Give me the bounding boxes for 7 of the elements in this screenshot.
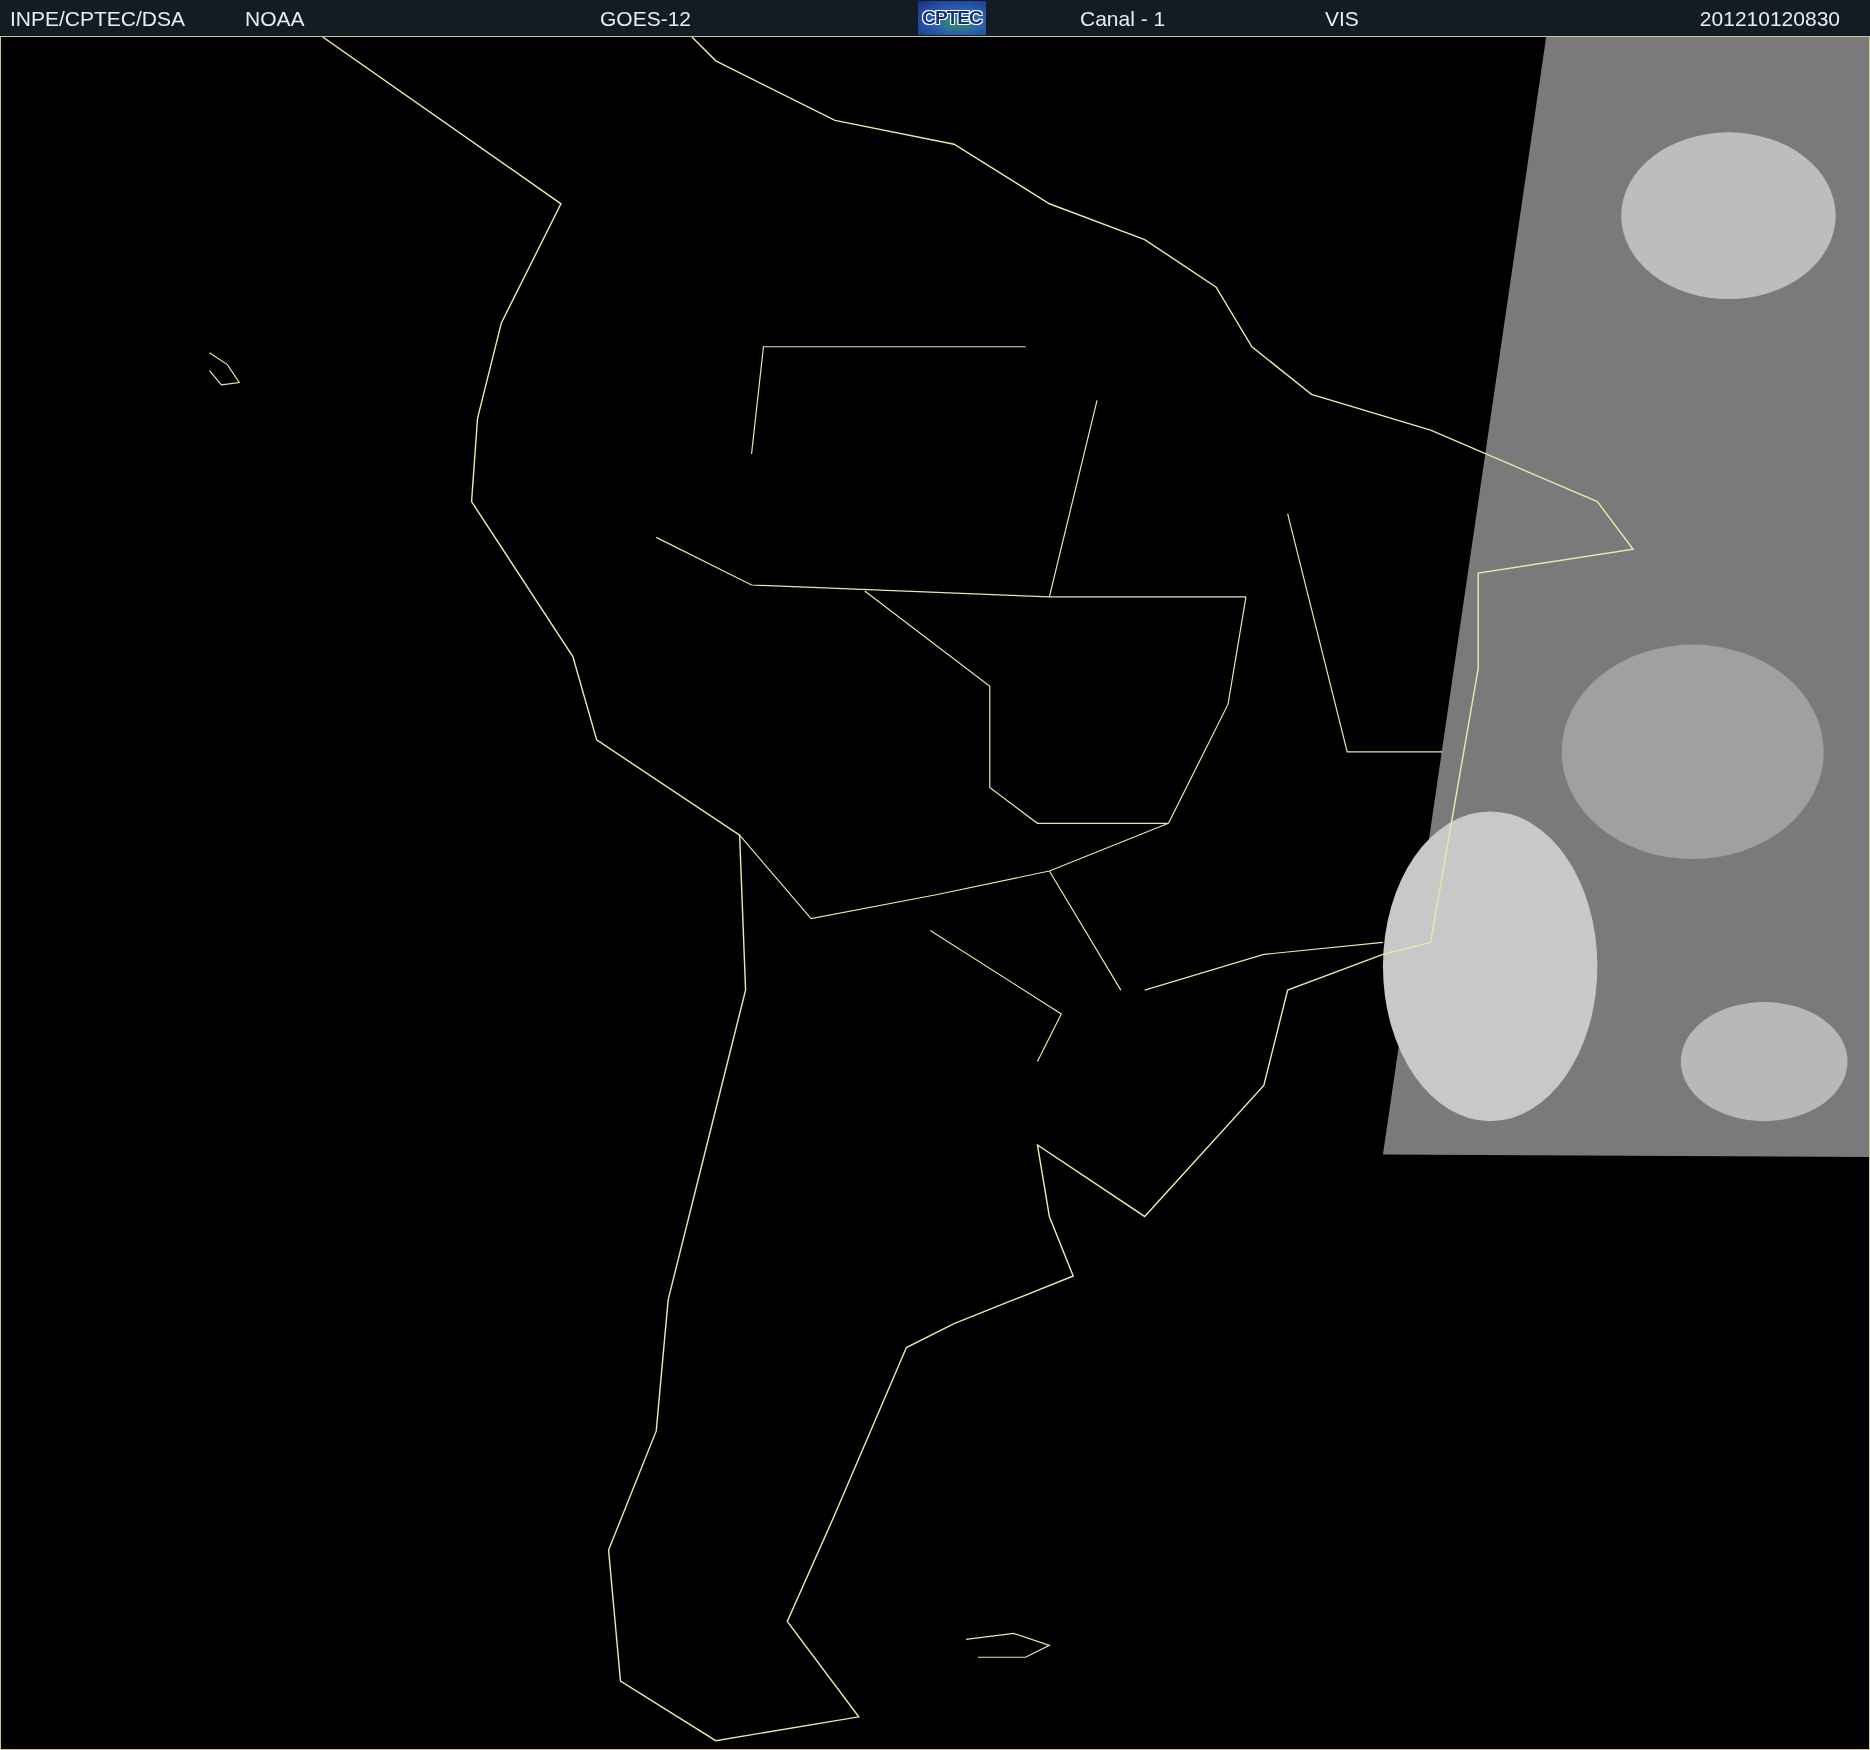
source-label: NOAA [245, 7, 305, 29]
timestamp-label: 201210120830 [1699, 7, 1840, 29]
band-label: VIS [1325, 7, 1359, 29]
channel-label: Canal - 1 [1080, 7, 1166, 29]
satellite-label: GOES-12 [600, 7, 692, 29]
agency-label: INPE/CPTEC/DSA [10, 7, 186, 29]
logo: CPTEC [918, 1, 986, 35]
